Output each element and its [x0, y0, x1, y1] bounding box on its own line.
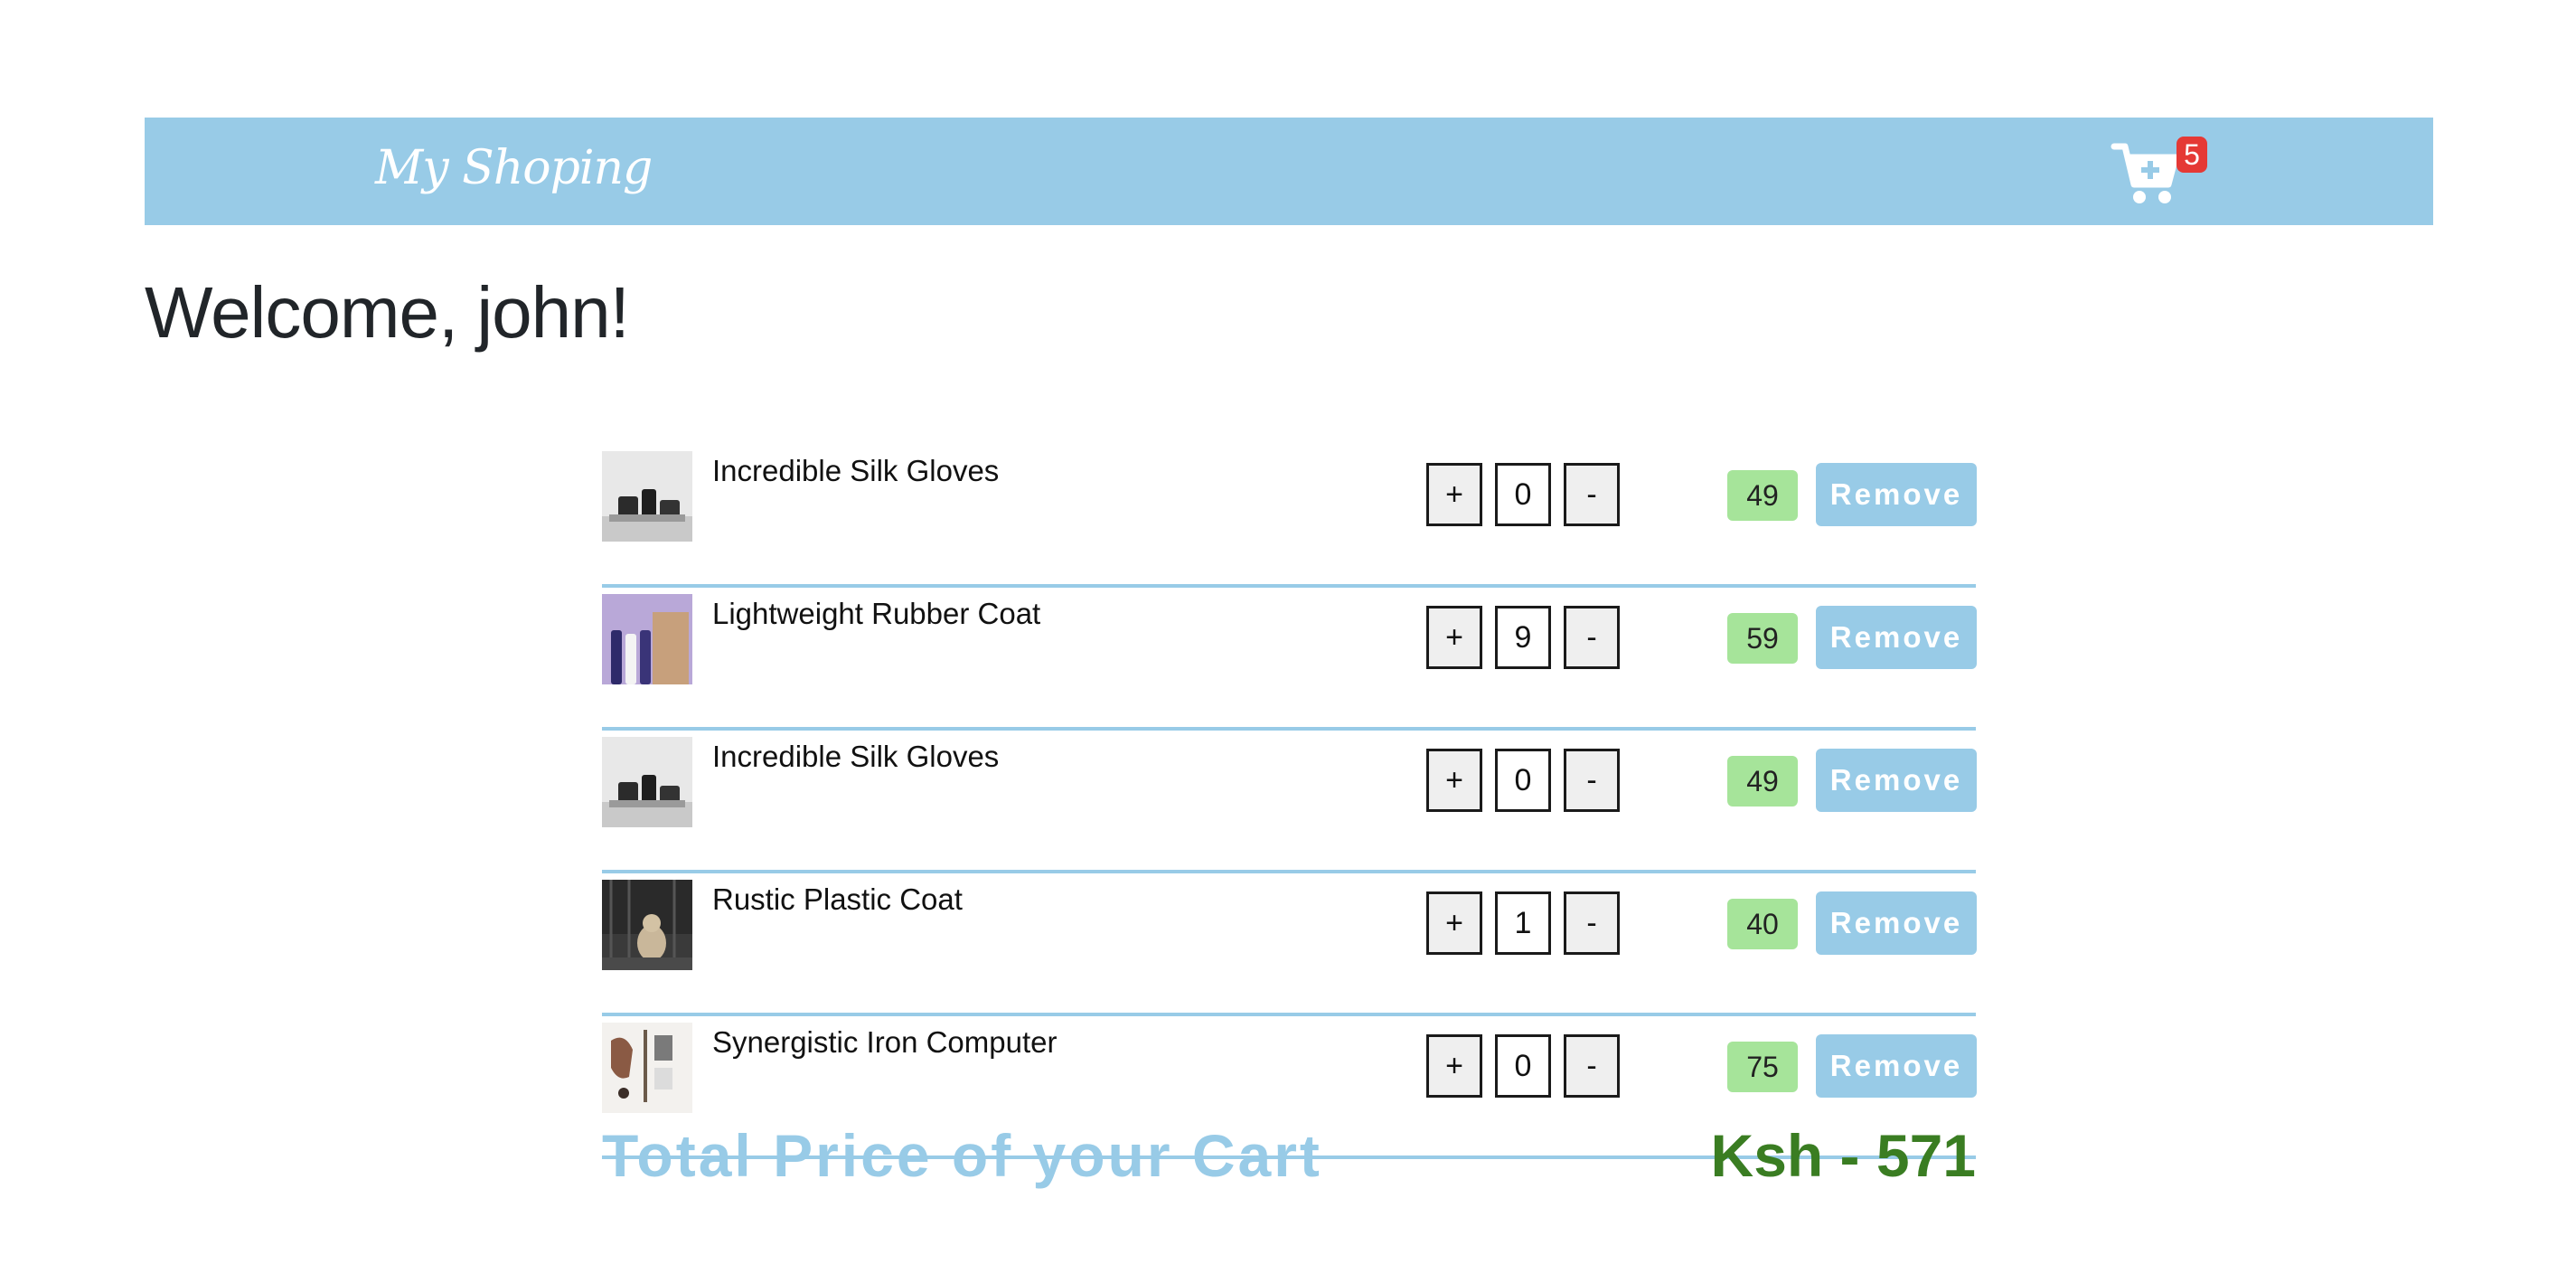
decrease-quantity-button[interactable]: -	[1564, 891, 1620, 955]
product-thumbnail	[602, 1023, 692, 1113]
item-name: Synergistic Iron Computer	[712, 1025, 1058, 1059]
increase-quantity-button[interactable]: +	[1426, 749, 1482, 812]
quantity-value: 0	[1495, 1034, 1551, 1098]
cart-plus-icon	[2111, 143, 2179, 203]
increase-quantity-button[interactable]: +	[1426, 891, 1482, 955]
total-label: Total Price of your Cart	[602, 1122, 1322, 1189]
cat-photo-image	[602, 880, 692, 970]
cart-list: Incredible Silk Gloves + 0 - 49 Remove L…	[602, 447, 1977, 1161]
cart-button[interactable]	[2111, 137, 2183, 210]
remove-button[interactable]: Remove	[1816, 463, 1977, 526]
cart-item: Incredible Silk Gloves + 0 - 49 Remove	[602, 732, 1977, 873]
cart-item: Lightweight Rubber Coat + 9 - 59 Remove	[602, 590, 1977, 731]
decrease-quantity-button[interactable]: -	[1564, 606, 1620, 669]
product-thumbnail	[602, 451, 692, 542]
increase-quantity-button[interactable]: +	[1426, 463, 1482, 526]
quantity-value: 9	[1495, 606, 1551, 669]
product-thumbnail	[602, 880, 692, 970]
welcome-heading: Welcome, john!	[145, 272, 630, 353]
product-thumbnail	[602, 594, 692, 684]
increase-quantity-button[interactable]: +	[1426, 606, 1482, 669]
item-name: Incredible Silk Gloves	[712, 454, 1000, 487]
flatlay-items-image	[602, 1023, 692, 1113]
item-name: Rustic Plastic Coat	[712, 882, 963, 916]
remove-button[interactable]: Remove	[1816, 749, 1977, 812]
cart-count-badge: 5	[2176, 137, 2207, 173]
tubes-box-image	[602, 594, 692, 684]
total-value: Ksh - 571	[1710, 1122, 1976, 1189]
price-badge: 59	[1727, 613, 1798, 664]
cart-total: Total Price of your Cart Ksh - 571	[602, 1121, 1976, 1193]
skincare-jars-image	[602, 451, 692, 542]
decrease-quantity-button[interactable]: -	[1564, 749, 1620, 812]
item-name: Lightweight Rubber Coat	[712, 597, 1041, 630]
quantity-value: 0	[1495, 463, 1551, 526]
price-badge: 49	[1727, 756, 1798, 807]
decrease-quantity-button[interactable]: -	[1564, 1034, 1620, 1098]
remove-button[interactable]: Remove	[1816, 606, 1977, 669]
quantity-value: 0	[1495, 749, 1551, 812]
quantity-value: 1	[1495, 891, 1551, 955]
price-badge: 75	[1727, 1042, 1798, 1092]
price-badge: 40	[1727, 899, 1798, 949]
cart-item: Rustic Plastic Coat + 1 - 40 Remove	[602, 875, 1977, 1016]
item-name: Incredible Silk Gloves	[712, 740, 1000, 773]
decrease-quantity-button[interactable]: -	[1564, 463, 1620, 526]
navbar: My Shoping 5	[145, 118, 2433, 225]
increase-quantity-button[interactable]: +	[1426, 1034, 1482, 1098]
product-thumbnail	[602, 737, 692, 827]
skincare-jars-image	[602, 737, 692, 827]
price-badge: 49	[1727, 470, 1798, 521]
remove-button[interactable]: Remove	[1816, 891, 1977, 955]
brand-logo[interactable]: My Shoping	[375, 141, 653, 195]
cart-item: Incredible Silk Gloves + 0 - 49 Remove	[602, 447, 1977, 588]
remove-button[interactable]: Remove	[1816, 1034, 1977, 1098]
